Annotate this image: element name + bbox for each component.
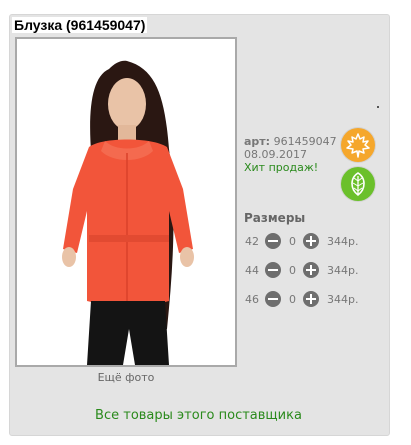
quantity-value: 0 <box>289 264 296 277</box>
decorative-dot <box>377 106 379 108</box>
maple-leaf-icon <box>341 128 375 162</box>
plus-button[interactable] <box>303 233 319 249</box>
price-value: 344р. <box>327 293 359 306</box>
leaf-icon <box>341 167 375 201</box>
quantity-value: 0 <box>289 235 296 248</box>
minus-button[interactable] <box>265 233 281 249</box>
quantity-value: 0 <box>289 293 296 306</box>
art-label: арт: <box>244 135 271 148</box>
bestseller-label: Хит продаж! <box>244 161 319 174</box>
more-photos-link[interactable]: Ещё фото <box>15 371 237 384</box>
date-text: 08.09.2017 <box>244 148 307 161</box>
price-value: 344р. <box>327 264 359 277</box>
supplier-products-link[interactable]: Все товары этого поставщика <box>9 408 388 423</box>
plus-button[interactable] <box>303 262 319 278</box>
art-value: 961459047 <box>273 135 337 148</box>
size-label: 46 <box>245 293 259 306</box>
product-image <box>17 39 235 365</box>
price-value: 344р. <box>327 235 359 248</box>
plus-button[interactable] <box>303 291 319 307</box>
product-title: Блузка (961459047) <box>12 17 148 33</box>
size-label: 42 <box>245 235 259 248</box>
product-info: арт: 961459047 08.09.2017 Хит продаж! <box>244 135 337 174</box>
size-label: 44 <box>245 264 259 277</box>
product-photo[interactable] <box>15 37 237 367</box>
minus-button[interactable] <box>265 262 281 278</box>
sizes-title: Размеры <box>244 211 306 225</box>
minus-button[interactable] <box>265 291 281 307</box>
